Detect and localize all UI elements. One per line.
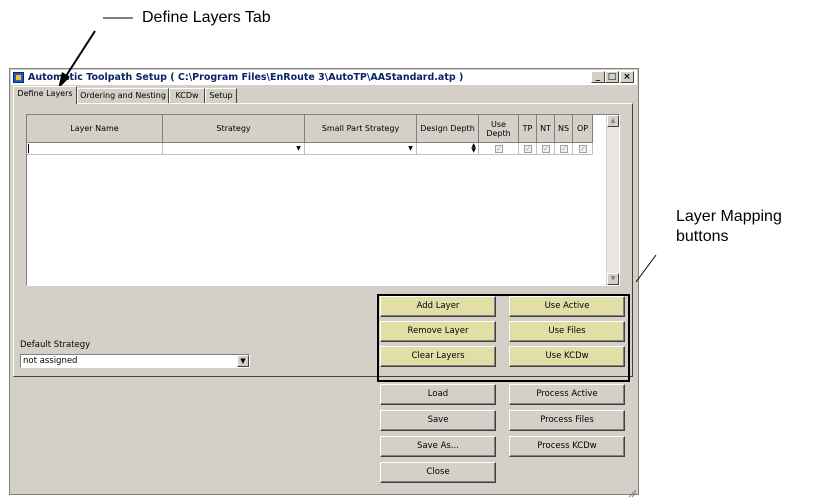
layer-grid: Layer Name Strategy Small Part Strategy … bbox=[26, 114, 620, 286]
col-header-tp: TP bbox=[519, 115, 537, 143]
op-cell: ✓ bbox=[573, 143, 593, 155]
col-header-ns: NS bbox=[555, 115, 573, 143]
tp-cell: ✓ bbox=[519, 143, 537, 155]
chevron-down-icon[interactable]: ▼ bbox=[406, 144, 415, 153]
col-header-op: OP bbox=[573, 115, 593, 143]
tab-setup[interactable]: Setup bbox=[205, 88, 237, 103]
title-bar[interactable]: Automatic Toolpath Setup ( C:\Program Fi… bbox=[11, 70, 637, 85]
col-header-use-depth: Use Depth bbox=[479, 115, 519, 143]
grid-scrollbar[interactable]: ▲ ▼ bbox=[606, 115, 619, 285]
layer-mapping-callout-line2: buttons bbox=[676, 228, 729, 245]
layer-mapping-callout-line1: Layer Mapping bbox=[676, 208, 782, 225]
layer-mapping-callout: Layer Mapping buttons bbox=[676, 207, 782, 247]
resize-grip-icon[interactable] bbox=[627, 483, 637, 498]
app-icon bbox=[13, 72, 24, 83]
col-header-layer-name: Layer Name bbox=[27, 115, 163, 143]
layer-name-cell[interactable] bbox=[27, 143, 163, 155]
close-icon[interactable]: × bbox=[620, 71, 634, 83]
scroll-down-icon[interactable]: ▼ bbox=[607, 273, 619, 285]
col-header-nt: NT bbox=[537, 115, 555, 143]
tab-ordering-and-nesting[interactable]: Ordering and Nesting bbox=[77, 88, 169, 103]
minimize-icon[interactable]: _ bbox=[591, 71, 605, 83]
process-files-button[interactable]: Process Files bbox=[509, 410, 625, 431]
save-button[interactable]: Save bbox=[380, 410, 496, 431]
load-button[interactable]: Load bbox=[380, 384, 496, 405]
col-header-strategy: Strategy bbox=[163, 115, 305, 143]
tab-kcdw[interactable]: KCDw bbox=[169, 88, 205, 103]
use-depth-cell: ✓ bbox=[479, 143, 519, 155]
text-cursor-icon bbox=[28, 144, 29, 153]
spinner-icon[interactable]: ▲ ▼ bbox=[471, 143, 476, 154]
tab-define-layers[interactable]: Define Layers bbox=[13, 86, 77, 104]
close-button[interactable]: Close bbox=[380, 462, 496, 483]
scroll-up-icon[interactable]: ▲ bbox=[607, 115, 619, 127]
col-header-small-part-strategy: Small Part Strategy bbox=[305, 115, 417, 143]
nt-checkbox[interactable]: ✓ bbox=[542, 145, 550, 153]
maximize-icon[interactable]: □ bbox=[605, 71, 619, 83]
design-depth-cell[interactable]: ▲ ▼ bbox=[417, 143, 479, 155]
process-active-button[interactable]: Process Active bbox=[509, 384, 625, 405]
save-as-button[interactable]: Save As... bbox=[380, 436, 496, 457]
tp-checkbox[interactable]: ✓ bbox=[524, 145, 532, 153]
default-strategy-label: Default Strategy bbox=[20, 340, 91, 350]
chevron-down-icon[interactable]: ▼ bbox=[237, 355, 249, 367]
window-title: Automatic Toolpath Setup ( C:\Program Fi… bbox=[28, 72, 464, 83]
nt-cell: ✓ bbox=[537, 143, 555, 155]
use-depth-checkbox[interactable]: ✓ bbox=[495, 145, 503, 153]
default-strategy-value: not assigned bbox=[23, 356, 78, 366]
strategy-cell[interactable]: ▼ bbox=[163, 143, 305, 155]
define-layers-tab-callout: Define Layers Tab bbox=[142, 9, 271, 26]
chevron-down-icon[interactable]: ▼ bbox=[294, 144, 303, 153]
ns-cell: ✓ bbox=[555, 143, 573, 155]
ns-checkbox[interactable]: ✓ bbox=[560, 145, 568, 153]
layer-mapping-highlight-box bbox=[377, 294, 630, 382]
resize-grip-glyph bbox=[628, 489, 637, 498]
small-part-strategy-cell[interactable]: ▼ bbox=[305, 143, 417, 155]
col-header-design-depth: Design Depth bbox=[417, 115, 479, 143]
default-strategy-select[interactable]: not assigned ▼ bbox=[20, 354, 250, 368]
op-checkbox[interactable]: ✓ bbox=[579, 145, 587, 153]
mapping-callout-line bbox=[635, 254, 657, 283]
process-kcdw-button[interactable]: Process KCDw bbox=[509, 436, 625, 457]
